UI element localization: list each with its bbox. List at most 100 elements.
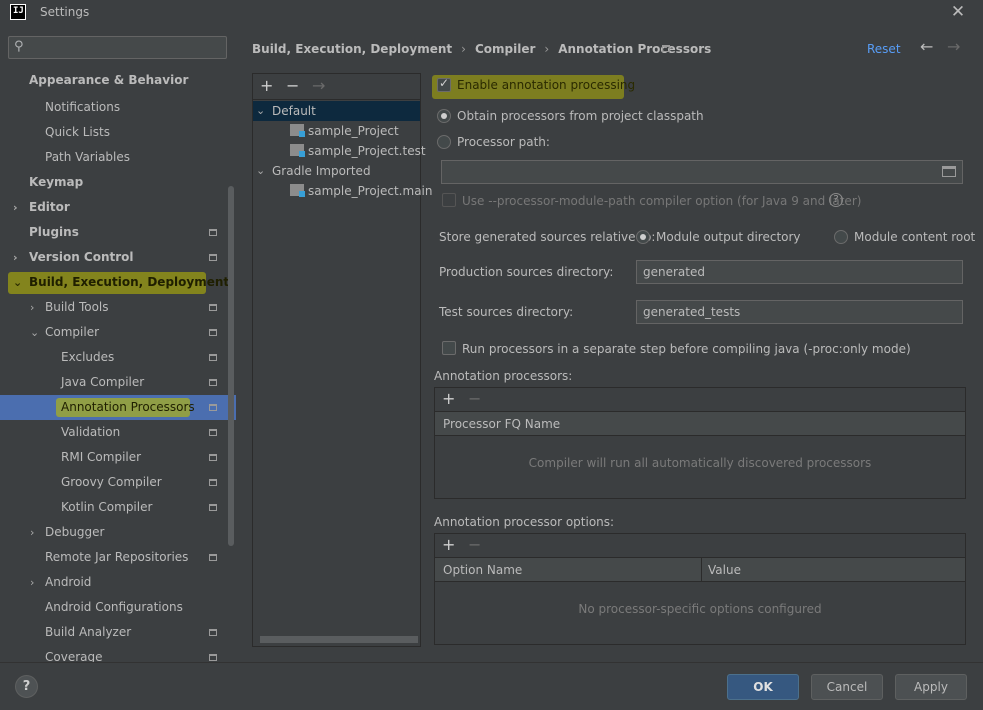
cancel-button[interactable]: Cancel (811, 674, 883, 700)
sidebar-item-label: Remote Jar Repositories (45, 550, 189, 564)
profile-module-row[interactable]: sample_Project (253, 121, 420, 141)
sidebar-item-appearance-behavior[interactable]: Appearance & Behavior (0, 68, 236, 93)
profile-module-row[interactable]: sample_Project.main (253, 181, 432, 201)
profile-row-default[interactable]: ⌄ Default (253, 101, 420, 121)
remove-profile-button[interactable]: − (286, 76, 299, 95)
processor-path-field[interactable] (441, 160, 963, 184)
sidebar-item-label: Groovy Compiler (61, 475, 162, 489)
breadcrumb-separator: › (544, 42, 550, 56)
sidebar-item-excludes[interactable]: Excludes (0, 345, 236, 370)
processor-path-radio[interactable] (437, 135, 451, 149)
sidebar-item-build-analyzer[interactable]: Build Analyzer (0, 620, 236, 645)
help-button[interactable]: ? (15, 675, 38, 698)
module-output-directory-label[interactable]: Module output directory (656, 230, 801, 244)
sidebar-item-android[interactable]: › Android (0, 570, 236, 595)
separate-step-checkbox[interactable] (442, 341, 456, 355)
sidebar-item-path-variables[interactable]: Path Variables (0, 145, 236, 170)
sidebar-item-rmi-compiler[interactable]: RMI Compiler (0, 445, 236, 470)
sidebar-item-java-compiler[interactable]: Java Compiler (0, 370, 236, 395)
sidebar-item-groovy-compiler[interactable]: Groovy Compiler (0, 470, 236, 495)
search-input[interactable] (27, 39, 222, 56)
column-header[interactable]: Value (708, 558, 741, 582)
module-icon (290, 184, 305, 197)
sidebar-item-quick-lists[interactable]: Quick Lists (0, 120, 236, 145)
sidebar-item-keymap[interactable]: Keymap (0, 170, 236, 195)
chevron-right-icon[interactable]: › (30, 570, 34, 595)
sidebar-item-annotation-processors[interactable]: Annotation Processors (0, 395, 236, 420)
profiles-horizontal-scrollbar[interactable] (260, 636, 418, 643)
obtain-from-classpath-label[interactable]: Obtain processors from project classpath (457, 109, 704, 123)
sidebar-item-label: Path Variables (45, 150, 131, 164)
sidebar-item-build-execution-deployment[interactable]: ⌄ Build, Execution, Deployment (0, 270, 236, 295)
sidebar-item-compiler[interactable]: ⌄ Compiler (0, 320, 236, 345)
sidebar-item-coverage[interactable]: Coverage (0, 645, 236, 662)
test-sources-input[interactable]: generated_tests (636, 300, 963, 324)
obtain-from-classpath-radio[interactable] (437, 109, 451, 123)
module-output-directory-radio[interactable] (636, 230, 650, 244)
profile-row-gradle-imported[interactable]: ⌄ Gradle Imported (253, 161, 420, 181)
sidebar-item-label: Debugger (45, 525, 105, 539)
sidebar-item-validation[interactable]: Validation (0, 420, 236, 445)
project-settings-icon (209, 479, 217, 486)
module-icon (290, 124, 305, 137)
ok-button[interactable]: OK (727, 674, 799, 700)
sidebar-scrollbar[interactable] (228, 186, 234, 546)
folder-icon[interactable] (942, 166, 956, 177)
sidebar-item-notifications[interactable]: Notifications (0, 95, 236, 120)
annotation-processors-table: + − Processor FQ Name Compiler will run … (434, 387, 966, 499)
chevron-right-icon[interactable]: › (13, 195, 18, 220)
intellij-app-icon: IJ (10, 4, 26, 20)
search-field[interactable]: ⚲ (8, 36, 227, 59)
production-sources-input[interactable]: generated (636, 260, 963, 284)
chevron-right-icon[interactable]: › (30, 295, 34, 320)
sidebar-item-version-control[interactable]: › Version Control (0, 245, 236, 270)
empty-table-message: No processor-specific options configured (578, 602, 822, 616)
reset-link[interactable]: Reset (867, 42, 901, 56)
profile-label: sample_Project.main (308, 184, 433, 198)
breadcrumb-item[interactable]: Compiler (475, 42, 535, 56)
column-divider[interactable] (701, 558, 702, 582)
module-icon (290, 144, 305, 157)
sidebar-item-kotlin-compiler[interactable]: Kotlin Compiler (0, 495, 236, 520)
chevron-down-icon[interactable]: ⌄ (256, 161, 265, 181)
project-settings-icon (209, 304, 217, 311)
sidebar-item-label: Android Configurations (45, 600, 183, 614)
module-content-root-label[interactable]: Module content root (854, 230, 975, 244)
add-option-button[interactable]: + (442, 535, 455, 554)
sidebar-item-label: Build Analyzer (45, 625, 132, 639)
column-header[interactable]: Option Name (443, 558, 522, 582)
sidebar-item-android-configurations[interactable]: Android Configurations (0, 595, 236, 620)
chevron-right-icon[interactable]: › (13, 245, 18, 270)
enable-annotation-processing-label[interactable]: Enable annotation processing (457, 78, 635, 92)
column-header[interactable]: Processor FQ Name (443, 412, 560, 436)
sidebar-item-remote-jar-repositories[interactable]: Remote Jar Repositories (0, 545, 236, 570)
sidebar-item-debugger[interactable]: › Debugger (0, 520, 236, 545)
remove-processor-button: − (468, 389, 482, 408)
chevron-down-icon[interactable]: ⌄ (256, 101, 265, 121)
enable-annotation-processing-checkbox[interactable] (437, 76, 451, 92)
sidebar-item-label: Appearance & Behavior (29, 73, 189, 87)
add-profile-button[interactable]: + (260, 76, 273, 95)
chevron-down-icon[interactable]: ⌄ (30, 320, 39, 345)
sidebar-item-plugins[interactable]: Plugins (0, 220, 236, 245)
profile-module-row[interactable]: sample_Project.test (253, 141, 426, 161)
sidebar-item-label: Build, Execution, Deployment (29, 275, 230, 289)
chevron-down-icon[interactable]: ⌄ (13, 270, 22, 295)
remove-option-button: − (468, 535, 482, 554)
close-icon[interactable]: ✕ (948, 1, 968, 23)
annotation-options-table: + − Option Name Value No processor-speci… (434, 533, 966, 645)
apply-button[interactable]: Apply (895, 674, 967, 700)
sidebar-item-build-tools[interactable]: › Build Tools (0, 295, 236, 320)
breadcrumb-item[interactable]: Build, Execution, Deployment (252, 42, 452, 56)
sidebar-item-editor[interactable]: › Editor (0, 195, 236, 220)
processor-path-label[interactable]: Processor path: (457, 135, 550, 149)
separate-step-label[interactable]: Run processors in a separate step before… (462, 342, 911, 356)
sidebar-item-label: Build Tools (45, 300, 109, 314)
search-icon: ⚲ (14, 39, 24, 54)
module-content-root-radio[interactable] (834, 230, 848, 244)
chevron-right-icon[interactable]: › (30, 520, 34, 545)
help-icon[interactable]: ? (829, 193, 843, 207)
back-arrow-icon[interactable]: ← (920, 37, 933, 56)
empty-table-message: Compiler will run all automatically disc… (528, 456, 872, 470)
add-processor-button[interactable]: + (442, 389, 455, 408)
